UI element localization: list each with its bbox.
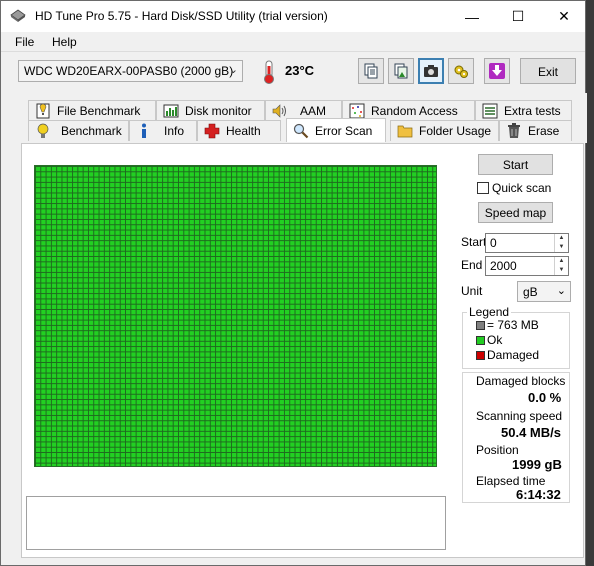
- app-disk-icon: [10, 9, 26, 22]
- legend-title: Legend: [467, 305, 512, 319]
- tab-folder-usage[interactable]: Folder Usage: [390, 120, 499, 141]
- maximize-icon: ☐: [511, 8, 525, 24]
- elapsed-time-label: Elapsed time: [476, 474, 546, 488]
- position-value: 1999 gB: [512, 457, 562, 472]
- speaker-icon: [272, 104, 286, 118]
- tab-erase[interactable]: Erase: [499, 120, 572, 141]
- start-button[interactable]: Start: [478, 154, 553, 175]
- scan-log-box: [26, 496, 446, 550]
- tab-label: File Benchmark: [57, 104, 141, 118]
- tab-label: Info: [164, 124, 185, 138]
- tab-label: Error Scan: [315, 123, 373, 138]
- tab-label: Health: [226, 124, 261, 138]
- drive-select-value: WDC WD20EARX-00PASB0 (2000 gB): [24, 64, 234, 78]
- temperature-value: 23°C: [285, 63, 315, 78]
- settings-icon: [454, 65, 468, 78]
- title-bar: HD Tune Pro 5.75 - Hard Disk/SSD Utility…: [1, 1, 585, 32]
- legend-swatch-damaged: [476, 351, 485, 360]
- scanning-speed-label: Scanning speed: [476, 409, 563, 423]
- tab-label: AAM: [300, 104, 327, 118]
- settings-button[interactable]: [448, 58, 474, 84]
- download-arrow-icon: [489, 63, 505, 79]
- legend-damaged: Damaged: [487, 348, 540, 362]
- damaged-blocks-label: Damaged blocks: [476, 374, 566, 388]
- tab-label: Random Access: [371, 104, 458, 118]
- chevron-down-icon: ⌄: [228, 64, 238, 76]
- scan-block-grid: [34, 165, 437, 467]
- legend-swatch-ok: [476, 336, 485, 345]
- copy-image-button[interactable]: [388, 58, 414, 84]
- tab-label: Erase: [528, 124, 560, 138]
- copy-text-button[interactable]: [358, 58, 384, 84]
- legend-block-size: = 763 MB: [487, 318, 539, 332]
- damaged-blocks-value: 0.0 %: [528, 390, 562, 405]
- trash-icon: [508, 123, 520, 138]
- tab-extra-tests[interactable]: Extra tests: [475, 100, 572, 121]
- position-label: Position: [476, 443, 519, 457]
- close-icon: ✕: [558, 8, 570, 24]
- menu-file[interactable]: File: [15, 35, 34, 49]
- close-button[interactable]: ✕: [541, 1, 587, 32]
- legend-ok: Ok: [487, 333, 503, 347]
- tab-info[interactable]: Info: [129, 120, 197, 141]
- menu-help[interactable]: Help: [52, 35, 77, 49]
- minimize-icon: —: [465, 8, 479, 25]
- spin-arrows-icon[interactable]: ▲ ▼: [554, 234, 568, 252]
- menu-bar: File Help: [1, 32, 585, 52]
- window-title: HD Tune Pro 5.75 - Hard Disk/SSD Utility…: [35, 9, 328, 23]
- health-cross-icon: [204, 123, 220, 139]
- tab-error-scan[interactable]: Error Scan: [286, 118, 386, 142]
- tab-label: Folder Usage: [419, 124, 492, 138]
- end-field-label: End: [461, 258, 483, 272]
- tab-health[interactable]: Health: [197, 120, 281, 141]
- speed-map-button[interactable]: Speed map: [478, 202, 553, 223]
- legend-swatch-block-size: [476, 321, 485, 330]
- unit-label: Unit: [461, 284, 483, 298]
- tab-benchmark[interactable]: Benchmark: [28, 120, 129, 141]
- unit-select-value: gB: [523, 285, 538, 299]
- random-access-icon: [349, 103, 365, 119]
- screenshot-camera-icon: [424, 65, 438, 77]
- info-icon: [142, 123, 146, 138]
- file-benchmark-icon: [36, 103, 50, 119]
- scanning-speed-value: 50.4 MB/s: [501, 425, 561, 440]
- drive-select[interactable]: WDC WD20EARX-00PASB0 (2000 gB) ⌄: [18, 60, 243, 82]
- magnifier-icon: [293, 123, 309, 138]
- tab-label: Disk monitor: [185, 104, 252, 118]
- quick-scan-checkbox[interactable]: [477, 182, 489, 194]
- start-field[interactable]: 0 ▲ ▼: [485, 233, 569, 253]
- start-field-value: 0: [490, 236, 497, 250]
- tab-label: Benchmark: [61, 124, 122, 138]
- tab-label: Extra tests: [504, 104, 561, 118]
- tab-disk-monitor[interactable]: Disk monitor: [156, 100, 265, 121]
- maximize-button[interactable]: ☐: [495, 1, 541, 32]
- start-field-label: Start: [461, 235, 487, 249]
- copy-text-icon: [364, 63, 378, 79]
- app-window: HD Tune Pro 5.75 - Hard Disk/SSD Utility…: [0, 0, 587, 566]
- copy-image-icon: [394, 63, 408, 79]
- end-field[interactable]: 2000 ▲ ▼: [485, 256, 569, 276]
- thermometer-icon: [264, 60, 274, 84]
- folder-icon: [397, 125, 413, 138]
- quick-scan-label: Quick scan: [492, 181, 552, 195]
- download-button[interactable]: [484, 58, 510, 84]
- minimize-button[interactable]: —: [449, 1, 495, 32]
- extra-tests-icon: [482, 103, 498, 119]
- benchmark-bulb-icon: [37, 123, 49, 138]
- elapsed-time-value: 6:14:32: [516, 487, 561, 502]
- screenshot-button[interactable]: [418, 58, 444, 84]
- chevron-down-icon: ⌄: [556, 285, 566, 297]
- tab-file-benchmark[interactable]: File Benchmark: [28, 100, 156, 121]
- exit-button[interactable]: Exit: [520, 58, 576, 84]
- disk-monitor-icon: [163, 104, 179, 118]
- end-field-value: 2000: [490, 259, 517, 273]
- spin-arrows-icon[interactable]: ▲ ▼: [554, 257, 568, 275]
- unit-select[interactable]: gB ⌄: [517, 281, 571, 302]
